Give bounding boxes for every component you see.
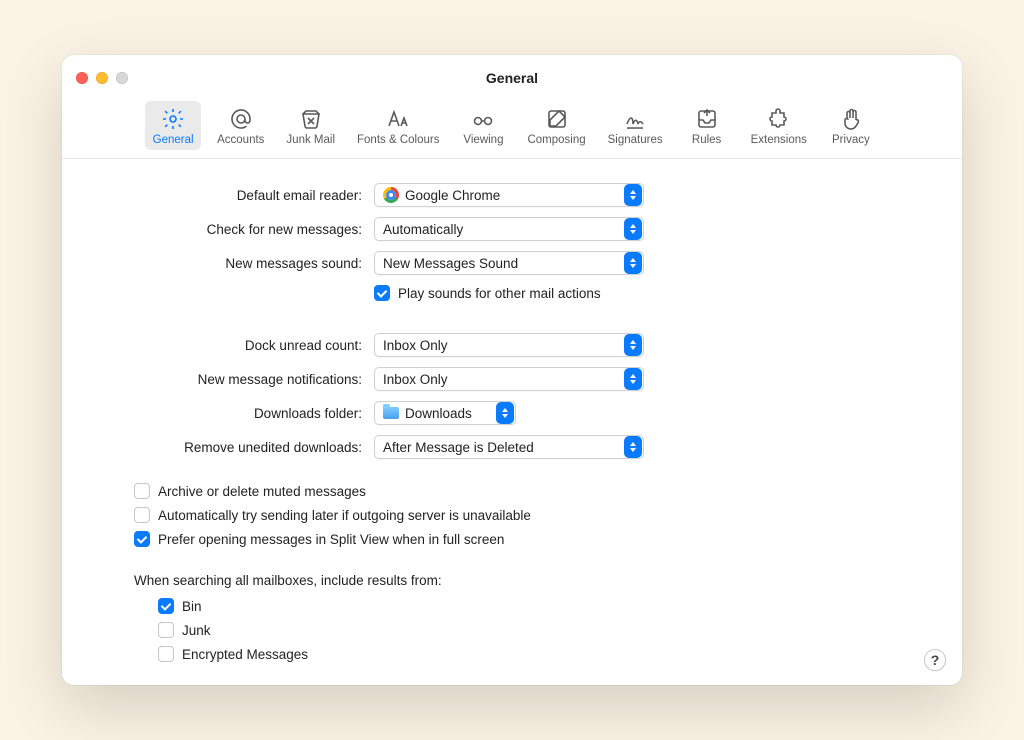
chrome-icon xyxy=(383,187,399,203)
select-value: Inbox Only xyxy=(383,372,448,387)
tab-label: General xyxy=(153,134,194,146)
search-options-stack: Bin Junk Encrypted Messages xyxy=(158,598,932,662)
font-icon xyxy=(386,107,410,131)
tab-accounts[interactable]: Accounts xyxy=(211,101,270,150)
row-split-view: Prefer opening messages in Split View wh… xyxy=(134,531,932,547)
checkbox-label: Prefer opening messages in Split View wh… xyxy=(158,532,504,547)
tab-label: Signatures xyxy=(608,134,663,146)
tab-label: Accounts xyxy=(217,134,264,146)
label-remove-downloads: Remove unedited downloads: xyxy=(92,440,362,455)
tab-privacy[interactable]: Privacy xyxy=(823,101,879,150)
select-value: After Message is Deleted xyxy=(383,440,534,455)
tab-composing[interactable]: Composing xyxy=(521,101,591,150)
window-title: General xyxy=(62,70,962,86)
minimize-icon[interactable] xyxy=(96,72,108,84)
chevron-updown-icon xyxy=(624,218,642,240)
signature-icon xyxy=(623,107,647,131)
compose-icon xyxy=(545,107,569,131)
row-search-encrypted: Encrypted Messages xyxy=(158,646,932,662)
tab-label: Privacy xyxy=(832,134,870,146)
inbox-icon xyxy=(695,107,719,131)
select-new-sound[interactable]: New Messages Sound xyxy=(374,251,644,275)
label-default-reader: Default email reader: xyxy=(92,188,362,203)
tab-signatures[interactable]: Signatures xyxy=(602,101,669,150)
label-check-messages: Check for new messages: xyxy=(92,222,362,237)
row-search-bin: Bin xyxy=(158,598,932,614)
window-controls xyxy=(76,72,128,84)
tab-label: Viewing xyxy=(463,134,503,146)
tab-general[interactable]: General xyxy=(145,101,201,150)
select-value: Google Chrome xyxy=(405,188,500,203)
label-notifications: New message notifications: xyxy=(92,372,362,387)
label-dock-unread: Dock unread count: xyxy=(92,338,362,353)
tab-label: Extensions xyxy=(751,134,807,146)
checkbox-search-junk[interactable] xyxy=(158,622,174,638)
checkbox-split-view[interactable] xyxy=(134,531,150,547)
select-default-reader[interactable]: Google Chrome xyxy=(374,183,644,207)
select-dock-unread[interactable]: Inbox Only xyxy=(374,333,644,357)
at-sign-icon xyxy=(229,107,253,131)
chevron-updown-icon xyxy=(624,334,642,356)
tab-label: Fonts & Colours xyxy=(357,134,439,146)
label-downloads-folder: Downloads folder: xyxy=(92,406,362,421)
checkbox-search-encrypted[interactable] xyxy=(158,646,174,662)
row-retry-send: Automatically try sending later if outgo… xyxy=(134,507,932,523)
select-remove-downloads[interactable]: After Message is Deleted xyxy=(374,435,644,459)
checkbox-archive-muted[interactable] xyxy=(134,483,150,499)
tab-label: Rules xyxy=(692,134,721,146)
select-value: Automatically xyxy=(383,222,463,237)
tab-viewing[interactable]: Viewing xyxy=(455,101,511,150)
checkbox-search-bin[interactable] xyxy=(158,598,174,614)
chevron-updown-icon xyxy=(624,368,642,390)
titlebar: General xyxy=(62,55,962,101)
tab-fonts-colours[interactable]: Fonts & Colours xyxy=(351,101,445,150)
settings-form: Default email reader: Google Chrome Chec… xyxy=(92,183,932,459)
checkbox-label: Encrypted Messages xyxy=(182,647,308,662)
tab-extensions[interactable]: Extensions xyxy=(745,101,813,150)
chevron-updown-icon xyxy=(624,436,642,458)
tab-rules[interactable]: Rules xyxy=(679,101,735,150)
row-play-sounds: Play sounds for other mail actions xyxy=(374,285,932,301)
checkbox-label: Archive or delete muted messages xyxy=(158,484,366,499)
zoom-icon[interactable] xyxy=(116,72,128,84)
puzzle-icon xyxy=(767,107,791,131)
tab-junk-mail[interactable]: Junk Mail xyxy=(280,101,341,150)
select-value: Inbox Only xyxy=(383,338,448,353)
select-value: New Messages Sound xyxy=(383,256,518,271)
toolbar: General Accounts Junk Mail Fonts & Colou… xyxy=(62,101,962,159)
checkbox-retry-send[interactable] xyxy=(134,507,150,523)
tab-label: Junk Mail xyxy=(286,134,335,146)
checkbox-label: Junk xyxy=(182,623,211,638)
options-stack: Archive or delete muted messages Automat… xyxy=(134,483,932,547)
close-icon[interactable] xyxy=(76,72,88,84)
checkbox-label: Automatically try sending later if outgo… xyxy=(158,508,531,523)
chevron-updown-icon xyxy=(496,402,514,424)
trash-icon xyxy=(299,107,323,131)
select-downloads-folder[interactable]: Downloads xyxy=(374,401,516,425)
hand-icon xyxy=(839,107,863,131)
checkbox-label: Bin xyxy=(182,599,202,614)
tab-label: Composing xyxy=(527,134,585,146)
preferences-window: General General Accounts Junk Mail Fonts… xyxy=(62,55,962,685)
select-check-messages[interactable]: Automatically xyxy=(374,217,644,241)
select-notifications[interactable]: Inbox Only xyxy=(374,367,644,391)
folder-icon xyxy=(383,407,399,419)
search-section-heading: When searching all mailboxes, include re… xyxy=(134,573,932,588)
chevron-updown-icon xyxy=(624,184,642,206)
glasses-icon xyxy=(471,107,495,131)
row-search-junk: Junk xyxy=(158,622,932,638)
checkbox-label: Play sounds for other mail actions xyxy=(398,286,601,301)
help-button[interactable]: ? xyxy=(924,649,946,671)
checkbox-play-sounds[interactable] xyxy=(374,285,390,301)
gear-icon xyxy=(161,107,185,131)
chevron-updown-icon xyxy=(624,252,642,274)
content-area: Default email reader: Google Chrome Chec… xyxy=(62,159,962,682)
label-new-sound: New messages sound: xyxy=(92,256,362,271)
select-value: Downloads xyxy=(405,406,472,421)
row-archive-muted: Archive or delete muted messages xyxy=(134,483,932,499)
